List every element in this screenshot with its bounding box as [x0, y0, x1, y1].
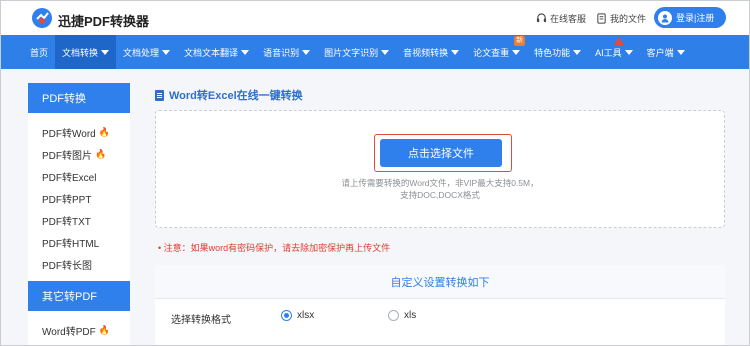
sidebar-list-pdf-convert: PDF转Word 🔥 PDF转图片 🔥 PDF转Excel PDF转PPT PDF转TXT P…: [28, 113, 130, 275]
format-option-label: xlsx: [297, 310, 315, 321]
nav-item-0[interactable]: 首页: [23, 35, 55, 69]
page-title: Word转Excel在线一键转换: [155, 87, 303, 103]
nav-item-2[interactable]: 文档处理: [116, 35, 177, 69]
settings-panel: 自定义设置转换如下 选择转换格式 xlsx xls: [155, 265, 725, 346]
nav-item-7[interactable]: 论文查重新: [466, 35, 527, 69]
sidebar-item[interactable]: PDF转图片 🔥: [28, 143, 130, 165]
format-label: 选择转换格式: [171, 315, 231, 326]
nav-item-5[interactable]: 图片文字识别: [317, 35, 396, 69]
file-icon: [597, 13, 606, 24]
nav-item-label: 语音识别: [263, 47, 300, 58]
chevron-down-icon: [624, 49, 633, 55]
chevron-down-icon: [451, 49, 460, 55]
user-avatar-icon: [658, 10, 672, 25]
chevron-down-icon: [302, 49, 311, 55]
my-files-label: 我的文件: [610, 14, 647, 24]
nav-item-label: 特色功能: [534, 47, 571, 58]
nav-item-9[interactable]: AI工具: [588, 35, 640, 69]
sidebar-item[interactable]: PDF转Excel: [28, 165, 130, 187]
nav-item-3[interactable]: 文档文本翻译: [177, 35, 256, 69]
online-service-link[interactable]: 在线客服: [536, 12, 586, 25]
nav-item-8[interactable]: 特色功能: [527, 35, 588, 69]
fire-icon: 🔥: [98, 126, 110, 137]
chevron-down-icon: [162, 49, 171, 55]
format-option-xlsx[interactable]: xlsx: [281, 310, 314, 321]
fire-icon: 🔥: [98, 324, 110, 335]
sidebar-item[interactable]: PDF转Word 🔥: [28, 121, 130, 143]
nav-item-label: 图片文字识别: [324, 47, 379, 58]
sidebar-item[interactable]: PDF转PPT: [28, 187, 130, 209]
sidebar-item-label: PDF转HTML: [42, 238, 100, 250]
nav-item-4[interactable]: 语音识别: [256, 35, 317, 69]
sidebar-item-label: Word转PDF: [42, 326, 96, 338]
main-nav: 首页 文档转换 文档处理 文档文本翻译 语音识别 图片文字识别 音视频转换 论文查重新特色功能…: [1, 35, 749, 69]
format-option-label: xls: [404, 310, 417, 321]
login-register-label: 登录|注册: [676, 13, 715, 23]
sidebar-item[interactable]: PDF转HTML: [28, 231, 130, 253]
select-file-button[interactable]: 点击选择文件: [380, 139, 502, 167]
sidebar-list-other-to-pdf: Word转PDF 🔥: [28, 311, 130, 341]
password-notice: • 注意：如果word有密码保护，请去除加密保护再上传文件: [158, 241, 390, 254]
radio-unchecked-icon: [388, 310, 399, 321]
nav-item-label: 文档转换: [62, 47, 99, 58]
chevron-down-icon: [512, 49, 521, 55]
headset-icon: [536, 13, 547, 23]
sidebar-section-pdf-convert: PDF转换: [28, 83, 130, 113]
sidebar-item-label: PDF转图片: [42, 150, 92, 162]
nav-item-label: 首页: [30, 47, 49, 58]
chevron-down-icon: [573, 49, 582, 55]
fire-icon: 🔥: [95, 148, 107, 159]
my-files-link[interactable]: 我的文件: [596, 12, 646, 25]
sidebar-section-other-to-pdf: 其它转PDF: [28, 281, 130, 311]
nav-item-label: AI工具: [595, 47, 622, 58]
online-service-label: 在线客服: [550, 14, 587, 24]
password-notice-text: 注意：如果word有密码保护，请去除加密保护再上传文件: [163, 243, 391, 253]
upload-hint-line2: 支持DOC,DOCX格式: [400, 190, 480, 200]
sidebar-item-label: PDF转PPT: [42, 194, 92, 206]
sidebar-item-label: PDF转TXT: [42, 216, 91, 228]
brand-logo-icon[interactable]: [31, 7, 53, 29]
nav-item-6[interactable]: 音视频转换: [396, 35, 466, 69]
nav-item-label: 音视频转换: [403, 47, 449, 58]
format-option-xls[interactable]: xls: [388, 310, 416, 321]
chevron-down-icon: [381, 49, 390, 55]
brand-name[interactable]: 迅捷PDF转换器: [58, 11, 149, 30]
login-register-button[interactable]: 登录|注册: [654, 7, 726, 28]
radio-checked-icon: [281, 310, 292, 321]
page-title-text: Word转Excel在线一键转换: [169, 90, 303, 102]
settings-title: 自定义设置转换如下: [155, 265, 725, 299]
nav-item-1[interactable]: 文档转换: [55, 35, 117, 69]
chevron-down-icon: [676, 49, 685, 55]
nav-item-label: 论文查重: [473, 47, 510, 58]
chevron-down-icon: [241, 49, 250, 55]
nav-item-label: 文档处理: [123, 47, 160, 58]
sidebar-item-label: PDF转Excel: [42, 172, 97, 184]
chevron-down-icon: [101, 49, 110, 55]
sidebar-item-label: PDF转Word: [42, 128, 96, 140]
sidebar: PDF转换 PDF转Word 🔥 PDF转图片 🔥 PDF转Excel PDF转PPT PD…: [28, 83, 130, 346]
document-icon: [155, 89, 164, 101]
sidebar-item[interactable]: PDF转长图: [28, 253, 130, 275]
top-header: 迅捷PDF转换器 在线客服 我的文件 登录|注册: [1, 1, 749, 35]
new-badge: 新: [514, 36, 526, 46]
nav-item-label: 客户端: [646, 47, 674, 58]
hot-marker-icon: [614, 37, 625, 45]
upload-hint-line1: 请上传需要转换的Word文件，非VIP最大支持0.5M，: [341, 178, 539, 188]
sidebar-item-label: PDF转长图: [42, 260, 92, 272]
nav-item-label: 文档文本翻译: [184, 47, 239, 58]
sidebar-item[interactable]: PDF转TXT: [28, 209, 130, 231]
nav-item-10[interactable]: 客户端: [640, 35, 692, 69]
sidebar-item[interactable]: Word转PDF 🔥: [28, 319, 130, 341]
